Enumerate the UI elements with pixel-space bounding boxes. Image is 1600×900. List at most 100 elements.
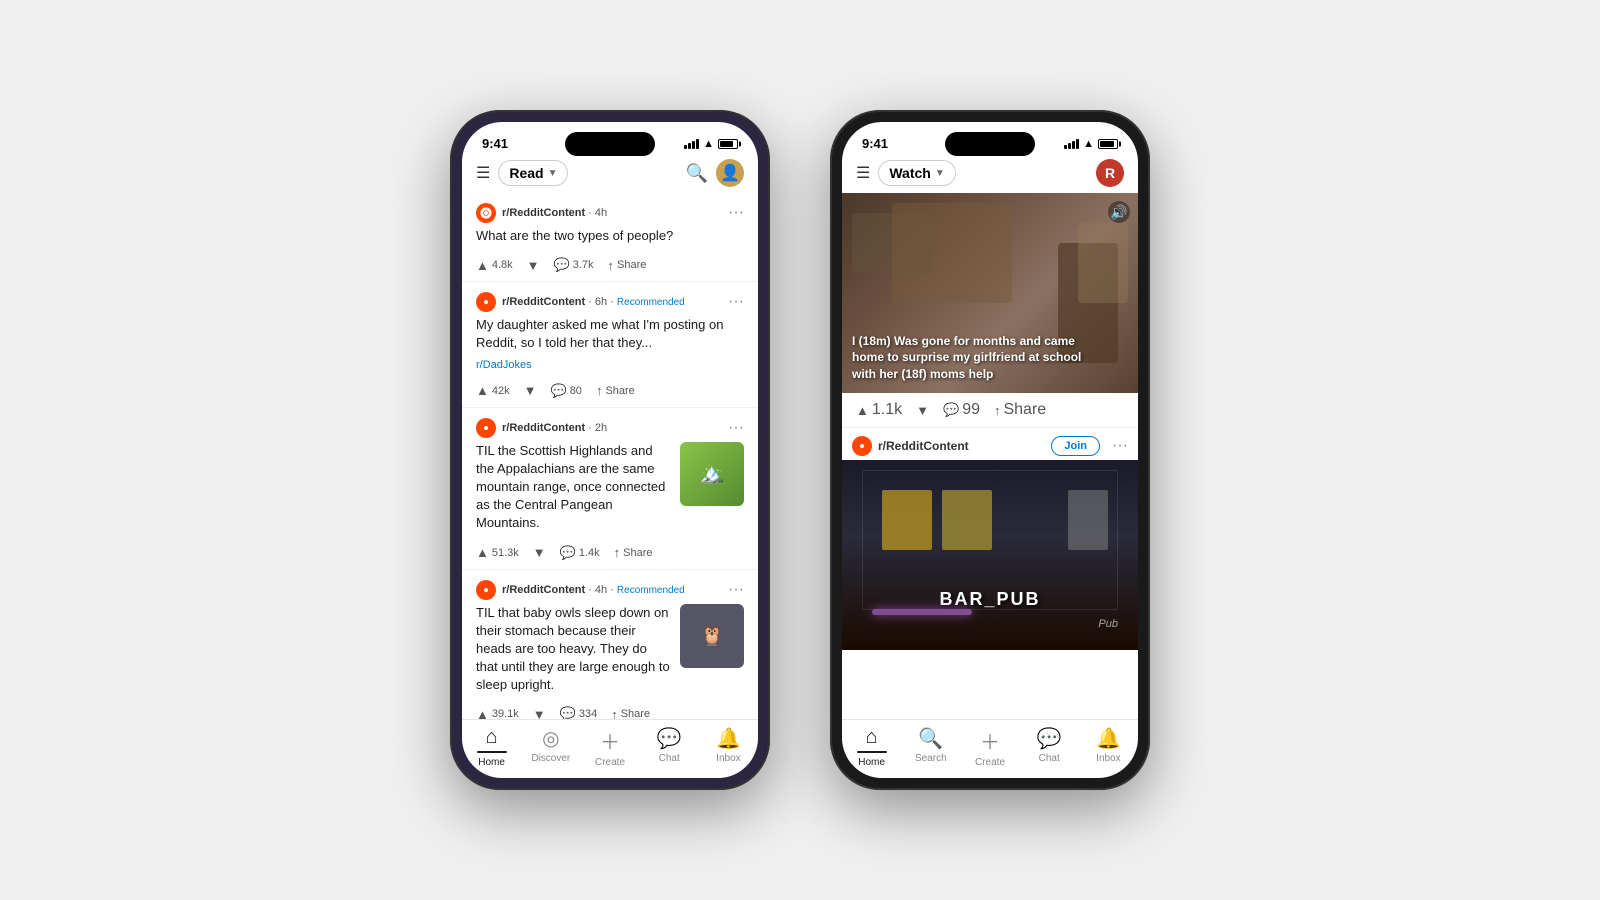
nav-inbox-label-left: Inbox: [716, 753, 740, 764]
post-2-meta: r/RedditContent · 6h · Recommended: [502, 296, 722, 308]
mode-pill-read[interactable]: Read ▼: [498, 160, 568, 186]
post-3-share[interactable]: ↑ Share: [614, 545, 653, 560]
post-4-meta: r/RedditContent · 4h · Recommended: [502, 584, 722, 596]
phone-right: 9:41 ▲ ☰ Watch ▼: [830, 110, 1150, 790]
bottom-nav-left: ⌂ Home ◎ Discover ＋ Create 💬 Chat 🔔: [462, 719, 758, 778]
bar-pub-text: BAR_PUB: [939, 589, 1040, 610]
nav-inbox-left[interactable]: 🔔 Inbox: [699, 726, 758, 768]
post-3: r/RedditContent · 2h ··· TIL the Scottis…: [462, 408, 758, 570]
post-4-downvote[interactable]: ▼: [533, 707, 546, 719]
post-3-thumb: 🏔️: [680, 442, 744, 506]
signal-icon-right: [1064, 139, 1079, 149]
join-button[interactable]: Join: [1051, 436, 1100, 456]
post-4-avatar: [476, 580, 496, 600]
post-4-comment[interactable]: 💬 334: [560, 706, 598, 719]
post-4-content: TIL that baby owls sleep down on their s…: [476, 604, 744, 701]
top-nav-right: ☰ Watch ▼ R: [842, 155, 1138, 193]
phone-left: 9:41 ▲ ☰ Read ▼ �: [450, 110, 770, 790]
post-3-downvote[interactable]: ▼: [533, 545, 546, 560]
post-4-actions: ▲ 39.1k ▼ 💬 334 ↑ Share: [476, 700, 744, 719]
feed-left: r/RedditContent · 4h ··· What are the tw…: [462, 193, 758, 719]
nav-home-left[interactable]: ⌂ Home: [462, 726, 521, 768]
nav-discover-label-left: Discover: [531, 753, 570, 764]
nav-home-label-left: Home: [478, 757, 505, 768]
mode-label-read: Read: [509, 165, 543, 181]
wifi-icon-right: ▲: [1083, 138, 1094, 150]
nav-home-right[interactable]: ⌂ Home: [842, 726, 901, 768]
video-1-comment[interactable]: 💬 99: [943, 401, 980, 419]
post-2-sub: r/DadJokes: [476, 359, 744, 371]
post-1-comment[interactable]: 💬 3.7k: [554, 257, 594, 273]
dynamic-island-left: [565, 132, 655, 156]
post-3-comment[interactable]: 💬 1.4k: [560, 545, 600, 561]
post-2-header: r/RedditContent · 6h · Recommended ···: [476, 292, 744, 312]
chat-icon-right: 💬: [1037, 726, 1062, 751]
video-post-2: r/RedditContent Join ··· BAR_PUB: [842, 428, 1138, 650]
video-2-more[interactable]: ···: [1112, 437, 1128, 455]
phone-right-screen: 9:41 ▲ ☰ Watch ▼: [842, 122, 1138, 778]
nav-inbox-right[interactable]: 🔔 Inbox: [1079, 726, 1138, 768]
nav-discover-left[interactable]: ◎ Discover: [521, 726, 580, 768]
post-4-subreddit: r/RedditContent: [502, 584, 585, 596]
post-2-title: My daughter asked me what I'm posting on…: [476, 316, 744, 352]
post-1-title: What are the two types of people?: [476, 227, 744, 245]
post-1-share[interactable]: ↑ Share: [608, 258, 647, 273]
mode-arrow-watch: ▼: [935, 168, 945, 179]
nav-create-label-right: Create: [975, 757, 1005, 768]
post-2-share[interactable]: ↑ Share: [596, 383, 635, 398]
battery-icon-right: [1098, 139, 1118, 149]
post-4-header: r/RedditContent · 4h · Recommended ···: [476, 580, 744, 600]
video-1-downvote[interactable]: ▼: [916, 403, 929, 418]
avatar-right[interactable]: R: [1096, 159, 1124, 187]
video-post-1: 🔊 I (18m) Was gone for months and came h…: [842, 193, 1138, 428]
mode-label-watch: Watch: [889, 165, 930, 181]
post-3-more[interactable]: ···: [728, 419, 744, 437]
search-icon-left[interactable]: 🔍: [686, 163, 708, 184]
hamburger-icon-left[interactable]: ☰: [476, 163, 490, 183]
battery-icon-left: [718, 139, 738, 149]
bottom-nav-right: ⌂ Home 🔍 Search ＋ Create 💬 Chat 🔔: [842, 719, 1138, 778]
post-4-thumb: 🦉: [680, 604, 744, 668]
post-2-more[interactable]: ···: [728, 293, 744, 311]
post-4-upvote[interactable]: ▲ 39.1k: [476, 707, 519, 719]
status-icons-right: ▲: [1064, 138, 1118, 150]
wifi-icon-left: ▲: [703, 138, 714, 150]
hamburger-icon-right[interactable]: ☰: [856, 163, 870, 183]
post-2-upvote[interactable]: ▲ 42k: [476, 383, 510, 398]
post-4-recommended: Recommended: [617, 585, 685, 596]
nav-search-right[interactable]: 🔍 Search: [901, 726, 960, 768]
video-1-title: I (18m) Was gone for months and came hom…: [852, 333, 1108, 383]
nav-chat-right[interactable]: 💬 Chat: [1020, 726, 1079, 768]
nav-inbox-label-right: Inbox: [1096, 753, 1120, 764]
post-3-title: TIL the Scottish Highlands and the Appal…: [476, 442, 672, 533]
avatar-left[interactable]: 👤: [716, 159, 744, 187]
video-1-upvote[interactable]: ▲ 1.1k: [856, 401, 902, 419]
post-2-actions: ▲ 42k ▼ 💬 80 ↑ Share: [476, 377, 744, 407]
video-2-avatar: [852, 436, 872, 456]
post-4-title: TIL that baby owls sleep down on their s…: [476, 604, 672, 695]
post-1-downvote[interactable]: ▼: [527, 258, 540, 273]
post-4-more[interactable]: ···: [728, 581, 744, 599]
video-2-subreddit: r/RedditContent: [878, 439, 969, 453]
video-1-actions: ▲ 1.1k ▼ 💬 99 ↑ Share: [842, 393, 1138, 428]
post-2-downvote[interactable]: ▼: [524, 383, 537, 398]
video-frame-1: 🔊 I (18m) Was gone for months and came h…: [842, 193, 1138, 393]
post-1-upvote[interactable]: ▲ 4.8k: [476, 258, 513, 273]
post-2-avatar: [476, 292, 496, 312]
nav-chat-left[interactable]: 💬 Chat: [640, 726, 699, 768]
nav-create-right[interactable]: ＋ Create: [960, 726, 1019, 768]
inbox-icon-right: 🔔: [1096, 726, 1121, 751]
post-2-comment[interactable]: 💬 80: [551, 383, 582, 399]
post-4-share[interactable]: ↑ Share: [611, 707, 650, 719]
pub-sign: Pub: [1098, 618, 1118, 630]
video-1-share[interactable]: ↑ Share: [994, 401, 1046, 419]
nav-create-left[interactable]: ＋ Create: [580, 726, 639, 768]
volume-icon[interactable]: 🔊: [1108, 201, 1130, 223]
post-3-upvote[interactable]: ▲ 51.3k: [476, 545, 519, 560]
post-3-header: r/RedditContent · 2h ···: [476, 418, 744, 438]
dynamic-island-right: [945, 132, 1035, 156]
post-1-more[interactable]: ···: [728, 204, 744, 222]
status-icons-left: ▲: [684, 138, 738, 150]
mode-pill-watch[interactable]: Watch ▼: [878, 160, 955, 186]
nav-chat-label-right: Chat: [1039, 753, 1060, 764]
